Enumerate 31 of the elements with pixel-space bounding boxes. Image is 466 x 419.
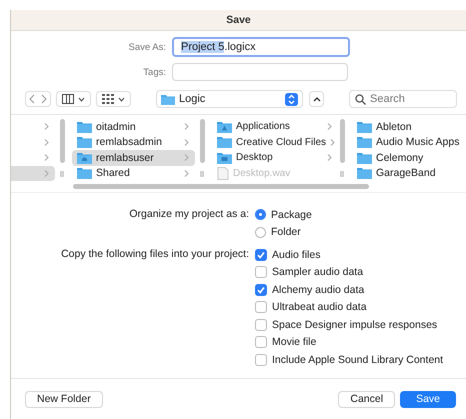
save-as-label: Save As: [128,42,167,52]
new-folder-button[interactable]: New Folder [25,390,103,408]
checkbox-option[interactable]: Include Apple Sound Library Content [255,351,444,368]
checkbox-option[interactable]: Audio files [255,246,444,264]
radio-option[interactable]: Folder [255,224,312,241]
file-row[interactable]: Audio Music Apps [352,134,459,150]
file-row[interactable]: oitadmin [72,119,195,134]
file-row[interactable]: Desktop [212,150,335,166]
save-as-field[interactable]: Project 5.logicx [172,37,350,57]
checkbox-option[interactable]: Ultrabeat audio data [255,298,444,316]
file-row[interactable]: remlabsadmin [72,134,195,150]
location-popup[interactable]: Logic [156,90,303,108]
file-row[interactable]: Ableton [352,119,459,134]
checkbox-option[interactable]: Movie file [255,334,444,351]
organize-label: Organize my project as a: [128,207,250,222]
checkbox-option[interactable]: Sampler audio data [255,264,444,281]
file-row[interactable]: Celemony [352,150,459,166]
radio-option[interactable]: Package [255,206,312,224]
file-row[interactable]: Creative Cloud Files [212,134,335,150]
tags-label: Tags: [142,66,167,78]
checkbox-option[interactable]: Alchemy audio data [255,281,444,298]
file-row[interactable]: Shared [72,166,195,181]
cancel-button[interactable]: Cancel [338,390,396,408]
window-title: Save [226,14,251,26]
file-row[interactable]: GarageBand [352,166,459,181]
save-button[interactable]: Save [400,390,456,408]
file-row[interactable]: remlabsuser [72,150,195,166]
copy-label: Copy the following files into your project: [60,247,250,262]
file-row[interactable]: Applications [212,119,335,134]
checkbox-option[interactable]: Space Designer impulse responses [255,316,444,334]
search-field[interactable]: Search [349,90,457,108]
